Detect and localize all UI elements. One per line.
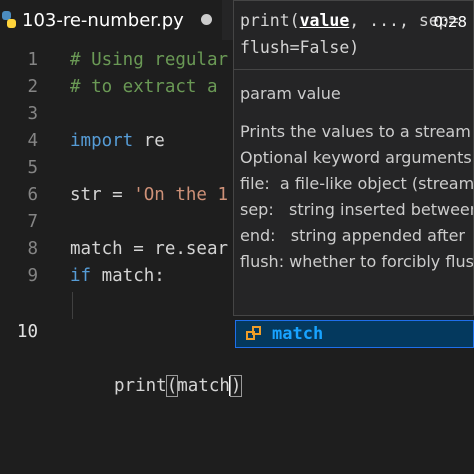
doc-line: sep: string inserted between xyxy=(240,200,474,219)
line-number: 3 xyxy=(27,104,38,124)
line-number: 1 xyxy=(27,50,38,70)
line-number: 6 xyxy=(27,185,38,205)
line-number: 7 xyxy=(27,212,38,232)
doc-line: Optional keyword arguments: xyxy=(240,148,474,167)
open-paren: ( xyxy=(165,375,179,397)
doc-line: flush: whether to forcibly flush xyxy=(240,252,474,271)
code-token: re xyxy=(133,131,165,151)
signature-text: print(value, ..., sep= flush=False) xyxy=(240,11,459,57)
code-token: match: xyxy=(91,266,165,286)
doc-line: Prints the values to a stream xyxy=(240,122,471,141)
line-number: 4 xyxy=(27,131,38,151)
tab-title: 103-re-number.py xyxy=(22,9,184,31)
code-token: # to extract a xyxy=(70,77,218,97)
code-token: # Using regular xyxy=(70,50,229,70)
line-code: match = re.sear xyxy=(70,236,228,263)
variable-icon xyxy=(246,326,262,342)
editor-tab[interactable]: 103-re-number.py xyxy=(0,0,222,40)
indent-guide xyxy=(72,292,73,319)
close-paren: ) xyxy=(229,375,243,397)
doc-line: file: a file-like object (stream) xyxy=(240,174,474,193)
python-file-icon xyxy=(2,11,16,29)
line-code: print(match) xyxy=(114,375,243,397)
suggestion-item[interactable]: match xyxy=(235,320,474,348)
line-code: str = 'On the 1 xyxy=(70,182,228,209)
suggestion-label: match xyxy=(272,324,324,344)
line-code: import re xyxy=(70,128,165,155)
popup-divider xyxy=(234,69,473,70)
typed-arg: match xyxy=(177,376,230,396)
line-code: # Using regular xyxy=(70,47,228,74)
line-number: 2 xyxy=(27,77,38,97)
param-title: param value xyxy=(240,84,341,103)
line-number: 10 xyxy=(16,322,38,342)
code-token: if xyxy=(70,266,92,286)
line-number: 5 xyxy=(27,158,38,178)
doc-line: end: string appended after xyxy=(240,226,465,245)
code-token: match = re.sear xyxy=(70,239,229,259)
line-code: if match: xyxy=(70,263,165,290)
line-number: 9 xyxy=(27,266,38,286)
unsaved-dot-icon[interactable] xyxy=(201,14,212,25)
line-number: 8 xyxy=(27,239,38,259)
code-token: 'On the 1 xyxy=(133,185,229,205)
code-token: str = xyxy=(70,185,134,205)
code-token: import xyxy=(70,131,134,151)
signature-help-popup: print(value, ..., sep= flush=False) para… xyxy=(233,0,474,316)
active-param: value xyxy=(299,11,350,30)
line-code: # to extract a xyxy=(70,74,218,101)
video-timer: 0:28 xyxy=(433,13,467,31)
